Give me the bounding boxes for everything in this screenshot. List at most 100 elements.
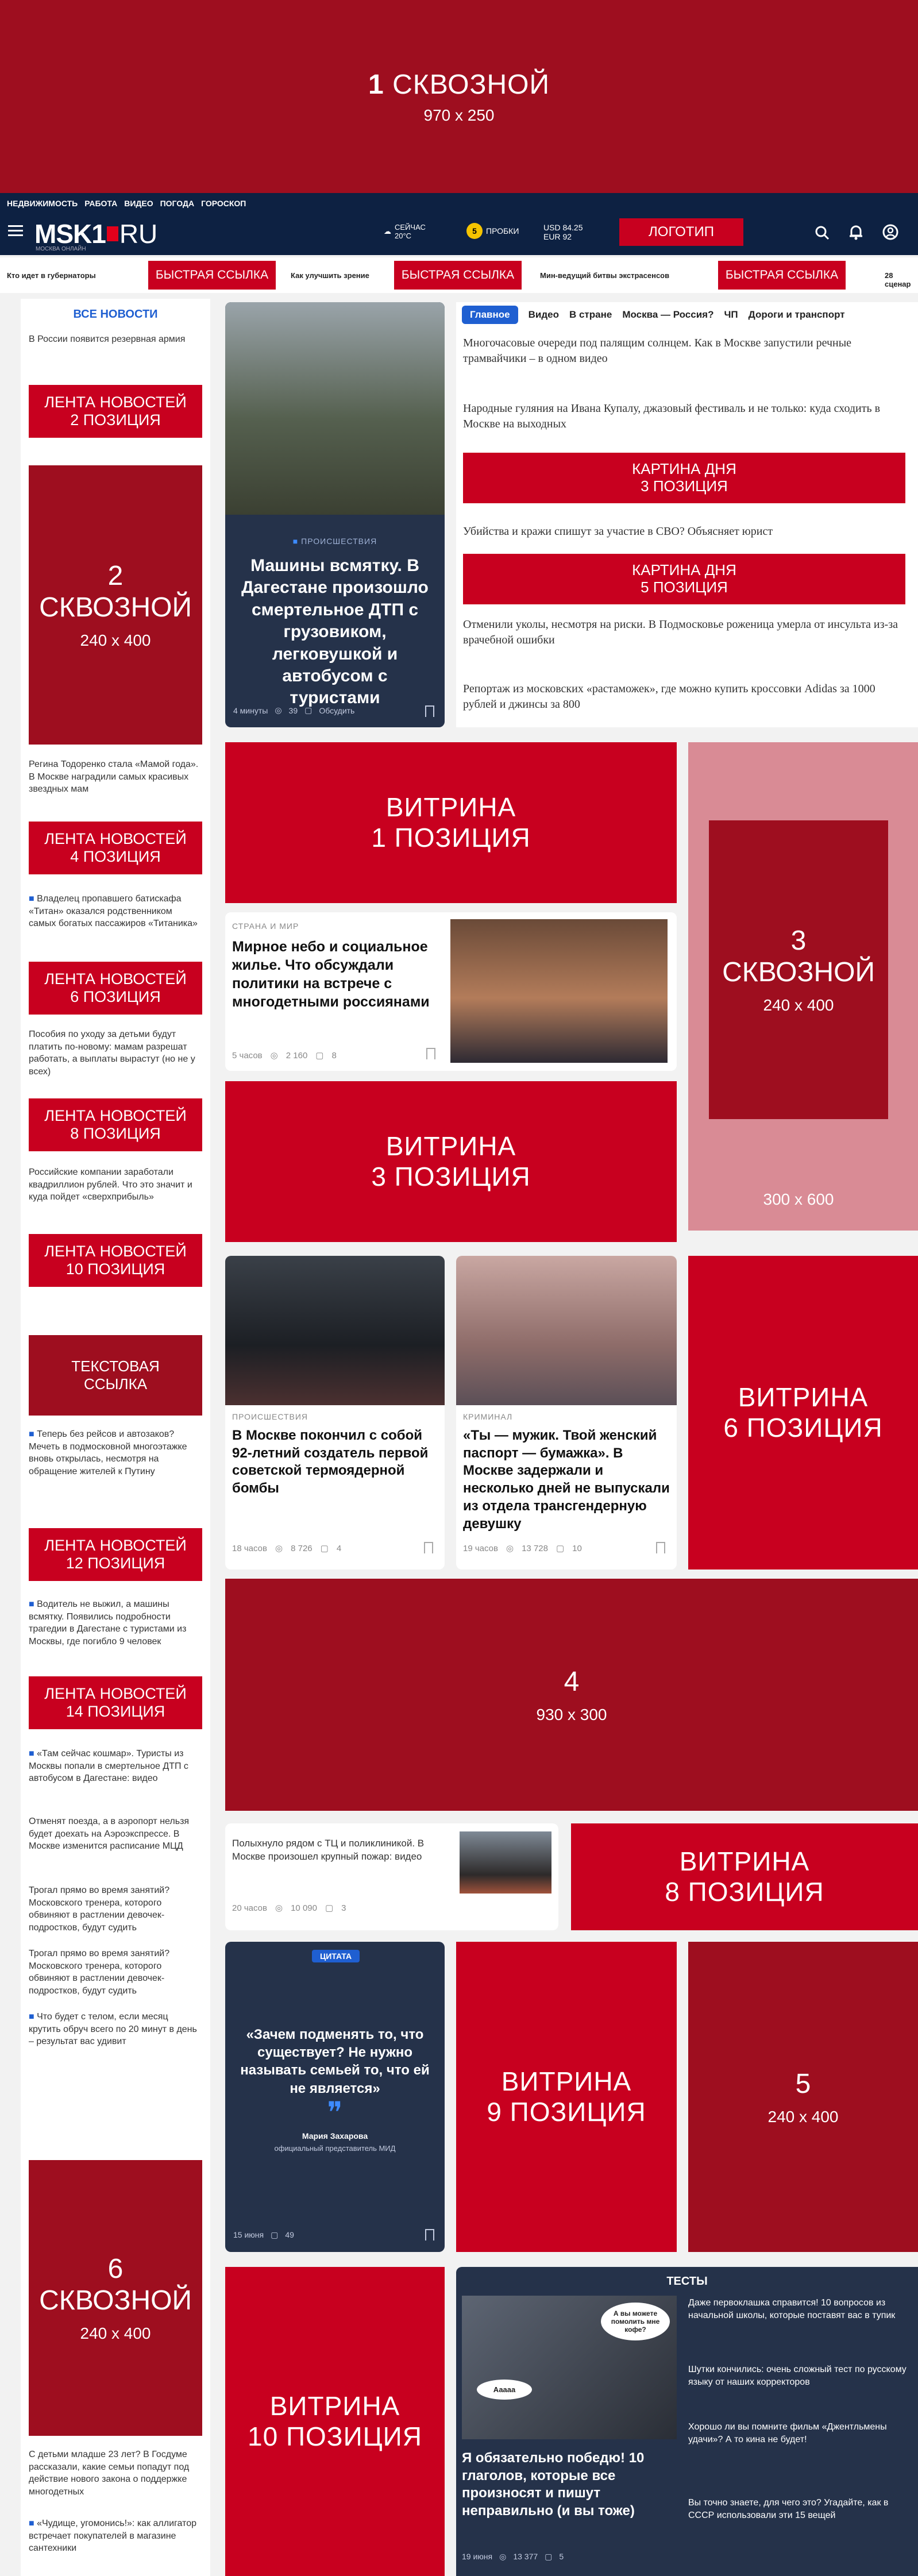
quick-item-scenario[interactable]: 28 сценар (885, 271, 918, 288)
tab-emergency[interactable]: ЧП (724, 309, 738, 321)
weather[interactable]: ☁ СЕЙЧАС 20°C (384, 223, 426, 240)
card-a-time: 18 часов (232, 1543, 267, 1553)
news-item-3[interactable]: ■ Владелец пропавшего батискафа «Титан» … (29, 893, 201, 930)
nav-link-realty[interactable]: НЕДВИЖИМОСТЬ (7, 199, 78, 208)
banner-4[interactable]: 4 930 x 300 (225, 1579, 918, 1811)
lenta-8[interactable]: ЛЕНТА НОВОСТЕЙ 8 ПОЗИЦИЯ (29, 1098, 202, 1151)
banner-3-size: 240 x 400 (763, 996, 834, 1014)
currency: USD 84.25 EUR 92 (543, 223, 583, 241)
nav-link-video[interactable]: ВИДЕО (124, 199, 153, 208)
bell-icon[interactable] (849, 224, 863, 240)
news-item-9[interactable]: Отменят поезда, а в аэропорт нельзя буде… (29, 1815, 201, 1853)
nav-link-weather[interactable]: ПОГОДА (160, 199, 195, 208)
main-card-comment[interactable]: Обсудить (319, 706, 354, 715)
tab-video[interactable]: Видео (529, 309, 559, 321)
bookmark-icon[interactable] (424, 1542, 433, 1553)
search-icon[interactable] (815, 225, 830, 240)
test-item-3[interactable]: Хорошо ли вы помните фильм «Джентльмены … (688, 2421, 911, 2446)
news-item-12[interactable]: ■ Что будет с телом, если месяц крутить … (29, 2011, 201, 2048)
news-item-8[interactable]: ■ «Там сейчас кошмар». Туристы из Москвы… (29, 1748, 201, 1785)
banner-3[interactable]: 3 СКВОЗНОЙ 240 x 400 (709, 820, 888, 1119)
eye-icon: ◎ (275, 1903, 283, 1913)
news-item-14-text: «Чудище, угомонись!»: как аллигатор встр… (29, 2519, 196, 2554)
text-link[interactable]: ТЕКСТОВАЯ ССЫЛКА (29, 1335, 202, 1416)
quick-item-governors[interactable]: Кто идет в губернаторы (7, 271, 96, 280)
vitrina-1[interactable]: ВИТРИНА 1 ПОЗИЦИЯ (225, 742, 677, 903)
quote-time: 15 июня (233, 2230, 264, 2239)
politics-card[interactable]: СТРАНА И МИР Мирное небо и социальное жи… (225, 912, 677, 1071)
quick-item-vision[interactable]: Как улучшить зрение (291, 271, 369, 280)
news-item-11[interactable]: Трогал прямо во время занятий? Московско… (29, 1948, 201, 1997)
bookmark-icon[interactable] (425, 2229, 434, 2240)
lenta-10[interactable]: ЛЕНТА НОВОСТЕЙ 10 ПОЗИЦИЯ (29, 1234, 202, 1287)
bookmark-icon[interactable] (425, 705, 434, 717)
news-item-13[interactable]: С детьми младше 23 лет? В Госдуме расска… (29, 2448, 201, 2498)
vitrina-3[interactable]: ВИТРИНА 3 ПОЗИЦИЯ (225, 1081, 677, 1242)
banner-2[interactable]: 2 СКВОЗНОЙ 240 x 400 (29, 465, 202, 745)
card-c-title: Полыхнуло рядом с ТЦ и поликлиникой. В М… (232, 1838, 425, 1862)
vitrina-10[interactable]: ВИТРИНА 10 ПОЗИЦИЯ (225, 2267, 445, 2576)
banner-3-title: СКВОЗНОЙ (722, 957, 875, 988)
banner-3-outer[interactable]: 3 СКВОЗНОЙ 240 x 400 300 x 600 (688, 742, 918, 1231)
card-b-meta: 19 часов ◎ 13 728 ▢ 10 (463, 1543, 582, 1554)
quick-link-1[interactable]: БЫСТРАЯ ССЫЛКА (148, 261, 276, 290)
bookmark-icon[interactable] (656, 1542, 665, 1553)
user-icon[interactable] (882, 224, 898, 240)
news-item-3-text: Владелец пропавшего батискафа «Титан» ок… (29, 894, 198, 929)
quote-card[interactable]: ЦИТАТА «Зачем подменять то, что существу… (225, 1942, 445, 2252)
test-item-4[interactable]: Вы точно знаете, для чего это? Угадайте,… (688, 2497, 911, 2521)
headline-5[interactable]: Репортаж из московских «растаможек», где… (463, 681, 905, 712)
logo-button[interactable]: ЛОГОТИП (619, 218, 743, 246)
card-b[interactable]: КРИМИНАЛ «Ты — мужик. Твой женский паспо… (456, 1256, 677, 1569)
quick-link-2[interactable]: БЫСТРАЯ ССЫЛКА (394, 261, 522, 290)
kartina-3[interactable]: КАРТИНА ДНЯ 3 ПОЗИЦИЯ (463, 453, 905, 503)
banner-6[interactable]: 6 СКВОЗНОЙ 240 x 400 (29, 2160, 202, 2436)
tab-country[interactable]: В стране (569, 309, 612, 321)
lenta-12[interactable]: ЛЕНТА НОВОСТЕЙ 12 ПОЗИЦИЯ (29, 1528, 202, 1581)
card-c[interactable]: Полыхнуло рядом с ТЦ и поликлиникой. В М… (225, 1823, 558, 1930)
headline-3[interactable]: Убийства и кражи спишут за участие в СВО… (463, 524, 905, 539)
news-item-5[interactable]: Российские компании заработали квадрилли… (29, 1166, 201, 1204)
quick-item-psychics[interactable]: Мин-ведущий битвы экстрасенсов (540, 271, 669, 280)
main-card[interactable]: ■ ПРОИСШЕСТВИЯ Машины всмятку. В Дагеста… (225, 302, 445, 727)
news-item-10[interactable]: Трогал прямо во время занятий? Московско… (29, 1884, 201, 1934)
tab-roads[interactable]: Дороги и транспорт (749, 309, 845, 321)
news-item-7[interactable]: ■ Водитель не выжил, а машины всмятку. П… (29, 1598, 201, 1648)
menu-icon[interactable] (8, 225, 23, 237)
card-a[interactable]: ПРОИСШЕСТВИЯ В Москве покончил с собой 9… (225, 1256, 445, 1569)
lenta-14[interactable]: ЛЕНТА НОВОСТЕЙ 14 ПОЗИЦИЯ (29, 1676, 202, 1729)
news-item-4[interactable]: Пособия по уходу за детьми будут платить… (29, 1028, 201, 1078)
traffic-badge: 5 (466, 223, 483, 239)
news-item-1[interactable]: В России появится резервная армия (29, 333, 201, 346)
kartina-5[interactable]: КАРТИНА ДНЯ 5 ПОЗИЦИЯ (463, 554, 905, 604)
lenta-4[interactable]: ЛЕНТА НОВОСТЕЙ 4 ПОЗИЦИЯ (29, 822, 202, 874)
lenta-2[interactable]: ЛЕНТА НОВОСТЕЙ 2 ПОЗИЦИЯ (29, 385, 202, 438)
test-item-1[interactable]: Даже первоклашка справится! 10 вопросов … (688, 2297, 911, 2322)
vitrina-9[interactable]: ВИТРИНА 9 ПОЗИЦИЯ (456, 1942, 677, 2252)
traffic[interactable]: 5 ПРОБКИ (466, 223, 519, 239)
quick-link-3[interactable]: БЫСТРАЯ ССЫЛКА (718, 261, 846, 290)
headline-4[interactable]: Отменили уколы, несмотря на риски. В Под… (463, 617, 905, 648)
banner-5[interactable]: 5 240 x 400 (688, 1942, 918, 2252)
tests-main-title[interactable]: Я обязательно победю! 10 глаголов, котор… (462, 2450, 677, 2520)
news-item-2[interactable]: Регина Тодоренко стала «Мамой года». В М… (29, 758, 201, 796)
nav-link-jobs[interactable]: РАБОТА (84, 199, 117, 208)
news-item-6[interactable]: ■ Теперь без рейсов и автозаков? Мечеть … (29, 1428, 201, 1478)
tab-moscow[interactable]: Москва — Россия? (622, 309, 713, 321)
site-logo[interactable]: MSK1 RU (34, 218, 157, 249)
lenta-6[interactable]: ЛЕНТА НОВОСТЕЙ 6 ПОЗИЦИЯ (29, 962, 202, 1015)
tab-main[interactable]: Главное (462, 306, 518, 324)
vitrina-6[interactable]: ВИТРИНА 6 ПОЗИЦИЯ (688, 1256, 918, 1569)
headline-2[interactable]: Народные гуляния на Ивана Купалу, джазов… (463, 401, 905, 432)
nav-link-horoscope[interactable]: ГОРОСКОП (201, 199, 246, 208)
news-item-14[interactable]: ■ «Чудище, угомонись!»: как аллигатор вс… (29, 2517, 201, 2555)
test-item-2[interactable]: Шутки кончились: очень сложный тест по р… (688, 2363, 911, 2388)
top-banner[interactable]: 1 СКВОЗНОЙ 970 x 250 (0, 0, 918, 193)
video-icon: ■ (292, 537, 302, 546)
bookmark-icon[interactable] (426, 1048, 435, 1059)
quick-links-bar: Кто идет в губернаторы БЫСТРАЯ ССЫЛКА Ка… (0, 257, 918, 293)
quote-meta: 15 июня ▢ 49 (233, 2230, 294, 2240)
card-a-category: ПРОИСШЕСТВИЯ (232, 1412, 308, 1421)
headline-1[interactable]: Многочасовые очереди под палящим солнцем… (463, 336, 905, 367)
vitrina-8[interactable]: ВИТРИНА 8 ПОЗИЦИЯ (571, 1823, 918, 1930)
